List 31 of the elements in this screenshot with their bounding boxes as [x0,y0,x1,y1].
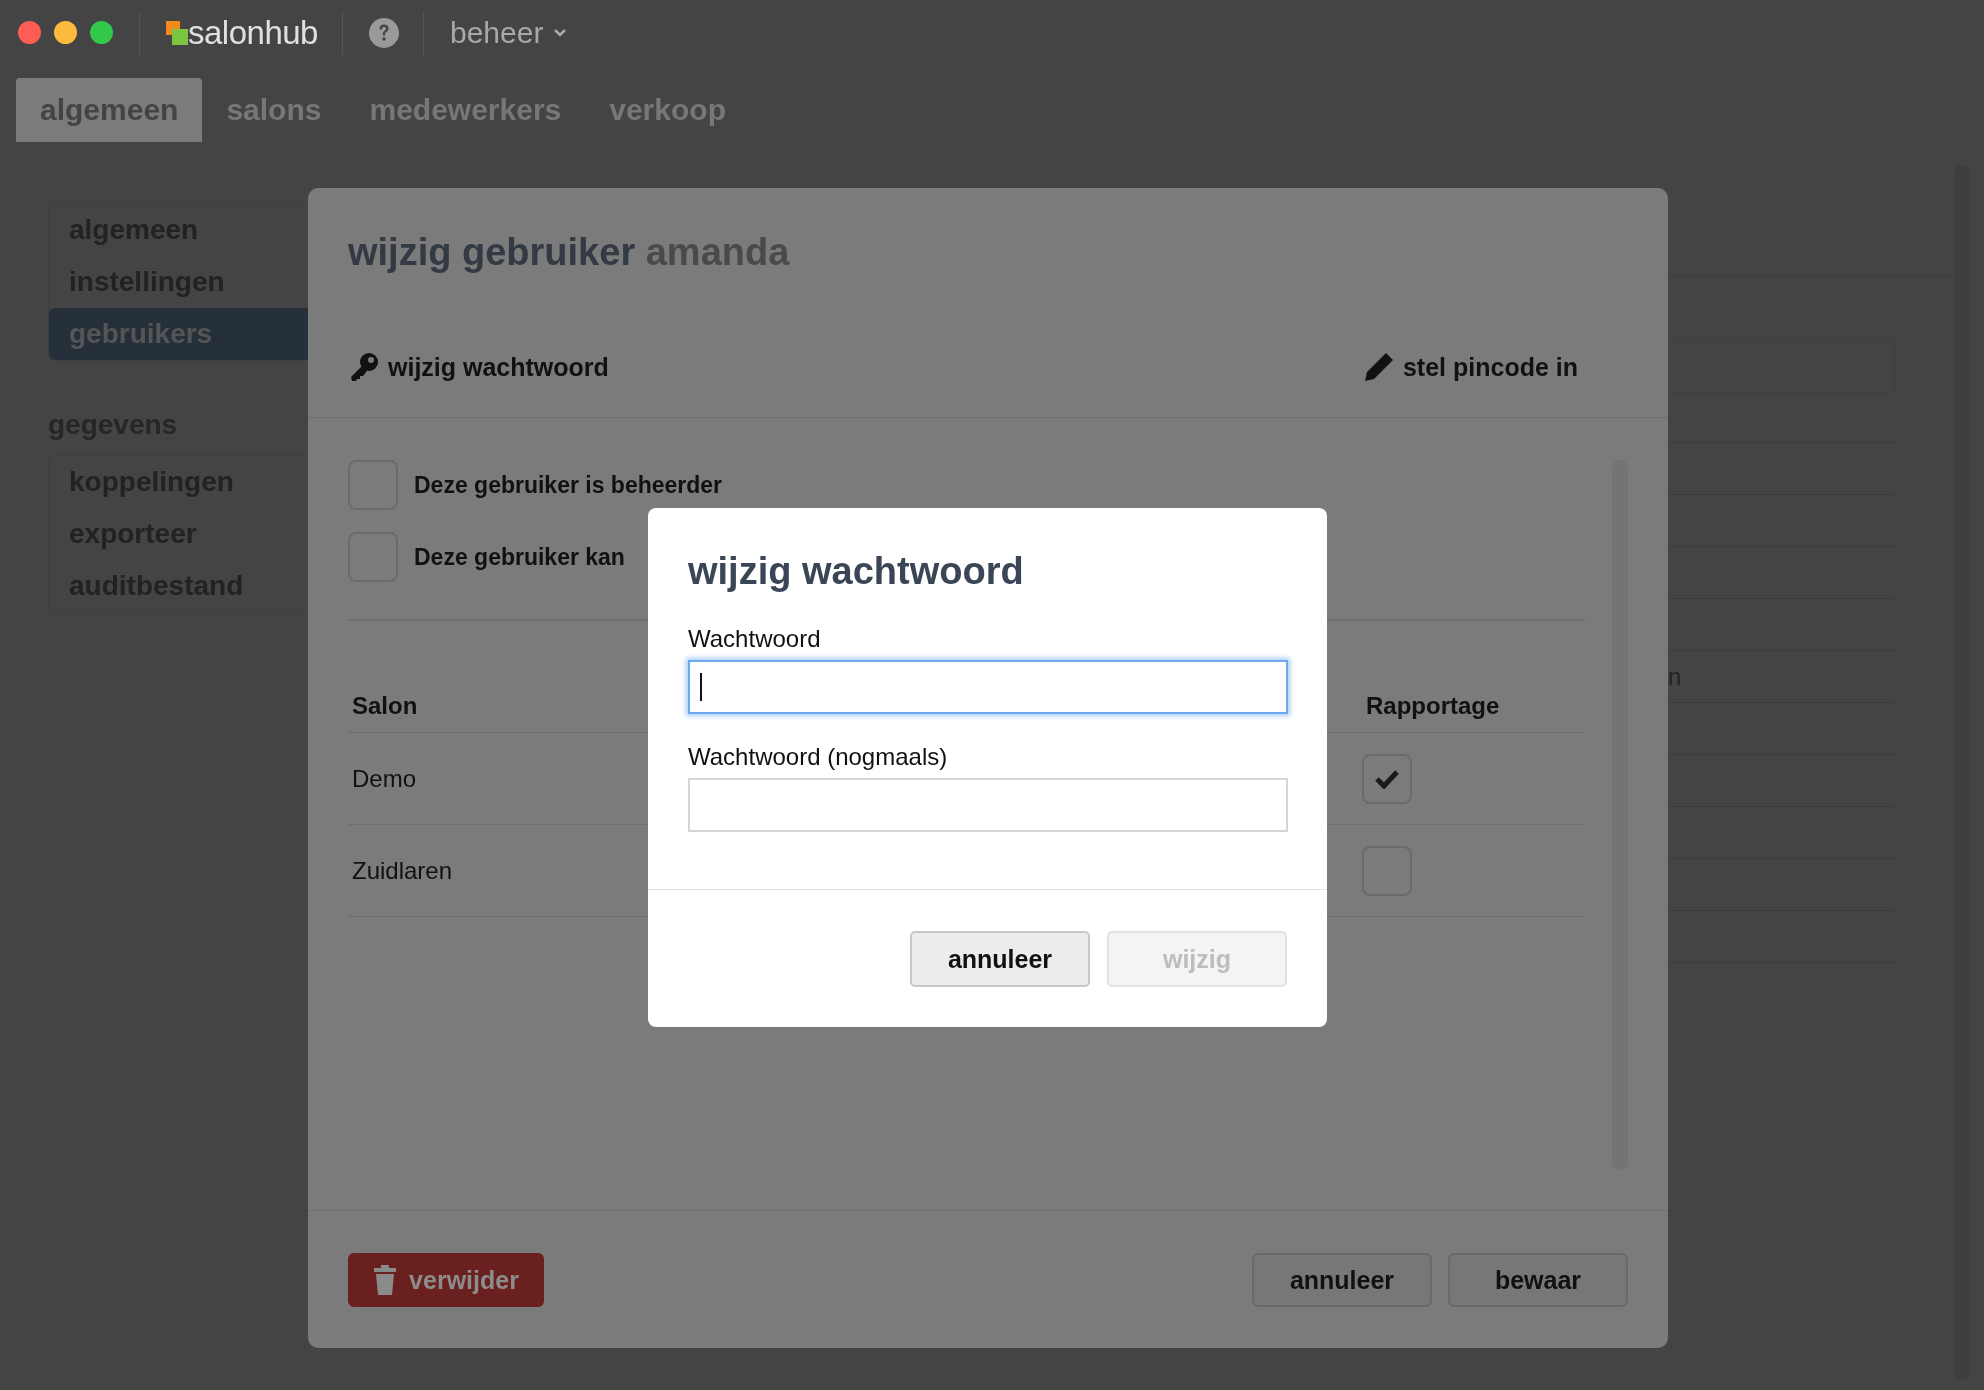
chevron-down-icon [553,27,568,38]
column-header: Rapportage [1365,692,1501,721]
column-header: Salon [351,692,419,721]
admin-menu[interactable]: beheer [449,15,568,50]
close-button[interactable] [18,21,41,44]
checkbox-label: Deze gebruiker is beheerder [414,471,723,499]
zoom-button[interactable] [90,21,113,44]
logo-icon [166,20,188,45]
minimize-button[interactable] [54,21,77,44]
field-label: Wachtwoord (nogmaals) [688,744,949,770]
delete-button[interactable]: verwijder [348,1253,544,1307]
password-field[interactable] [688,778,1288,832]
field-label: Wachtwoord [688,626,822,652]
dialog-button[interactable]: bewaar [1448,1253,1628,1307]
checkmark-icon [1375,768,1399,789]
checkbox[interactable] [1362,753,1412,804]
dialog-title: wijzig wachtwoord [688,549,1025,594]
password-field[interactable] [688,660,1288,714]
action-link[interactable]: stel pincode in [1362,347,1578,387]
key-icon [348,351,380,383]
tab[interactable]: algemeen [16,78,203,142]
trash-icon [373,1265,398,1295]
table-cell-text: Demo [351,764,417,793]
logo-text: salonhub [188,13,318,52]
table-cell-text: Zuidlaren [351,856,453,885]
dialog-button[interactable]: annuleer [910,931,1090,987]
checkbox-label: Deze gebruiker kan [414,543,625,571]
help-icon[interactable] [368,17,399,48]
action-link[interactable]: wijzig wachtwoord [348,347,609,387]
pencil-icon [1362,351,1395,383]
dialog-button[interactable]: annuleer [1252,1253,1432,1307]
